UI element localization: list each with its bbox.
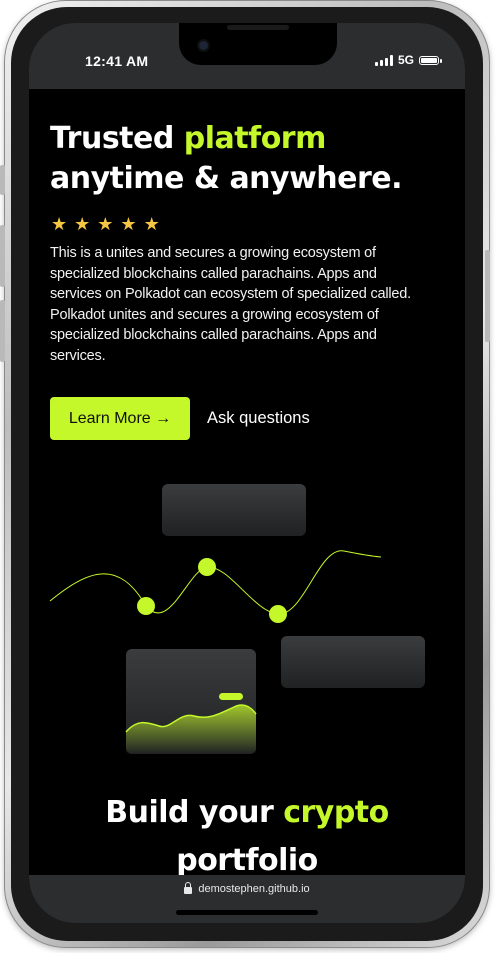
wave-line <box>49 550 382 615</box>
volume-down-button <box>0 300 5 362</box>
rating-stars: ★ ★ ★ ★ ★ <box>51 215 160 233</box>
home-indicator[interactable] <box>176 910 318 915</box>
star-icon: ★ <box>74 214 91 234</box>
hero-illustration <box>49 484 425 754</box>
star-icon: ★ <box>120 214 137 234</box>
hero-title: Trusted platform anytime & anywhere. <box>50 119 430 199</box>
phone-bezel: 12:41 AM 5G Trusted platform anytime & a… <box>11 7 483 941</box>
page-content: Trusted platform anytime & anywhere. ★ ★ ★… <box>29 89 465 878</box>
lock-icon <box>184 882 193 894</box>
power-button <box>485 250 490 342</box>
signal-icon <box>374 54 393 66</box>
network-label: 5G <box>397 53 414 67</box>
floating-card-right <box>281 636 425 688</box>
wave-point <box>198 558 216 576</box>
volume-up-button <box>0 225 5 287</box>
url-row[interactable]: demostephen.github.io <box>29 882 465 895</box>
description-paragraph-1: This is a unites and secures a growing e… <box>50 245 411 302</box>
battery-icon <box>419 55 442 65</box>
wave-point <box>269 605 287 623</box>
ask-questions-link[interactable]: Ask questions <box>207 397 310 440</box>
speaker-grill <box>227 25 289 30</box>
hero-title-text: Trusted <box>50 121 184 156</box>
star-icon: ★ <box>97 214 114 234</box>
hero-title-line2: anytime & anywhere. <box>50 161 403 196</box>
floating-card-top <box>162 484 306 536</box>
side-button <box>0 165 5 195</box>
hero-description: This is a unites and secures a growing e… <box>50 243 418 366</box>
star-icon: ★ <box>51 214 68 234</box>
description-paragraph-2: Polkadot unites and secures a growing ec… <box>50 306 379 364</box>
notch <box>179 23 337 65</box>
wave-point <box>137 597 155 615</box>
status-time: 12:41 AM <box>85 53 149 69</box>
browser-url-bar[interactable]: demostephen.github.io <box>29 875 465 923</box>
section-title-line2: portfolio <box>176 843 318 878</box>
phone-screen: 12:41 AM 5G Trusted platform anytime & a… <box>29 23 465 923</box>
section-title: Build your crypto portfolio <box>29 789 465 885</box>
url-domain[interactable]: demostephen.github.io <box>198 883 309 895</box>
learn-more-button[interactable]: Learn More → <box>50 397 190 440</box>
front-camera <box>199 41 208 50</box>
section-title-accent: crypto <box>283 795 389 830</box>
status-indicators: 5G <box>374 53 442 67</box>
star-icon: ★ <box>143 214 160 234</box>
phone-frame: 12:41 AM 5G Trusted platform anytime & a… <box>4 0 490 948</box>
status-bar: 12:41 AM 5G <box>29 23 465 89</box>
section-title-text: Build your <box>105 795 284 830</box>
mini-chart-marker <box>219 693 243 700</box>
hero-title-accent: platform <box>183 121 327 156</box>
